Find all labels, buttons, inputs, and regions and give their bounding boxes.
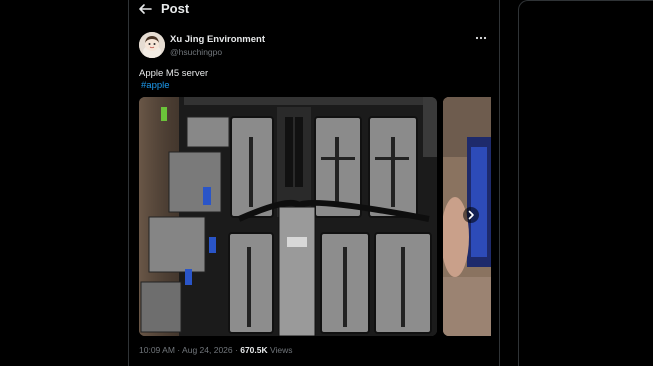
hashtag-link[interactable]: #apple [141, 80, 170, 91]
media-image-server-rack[interactable] [139, 97, 437, 336]
post-column: Post Xu Jing Environment @hsuchingpo App… [128, 0, 500, 366]
author-name[interactable]: Xu Jing Environment [170, 34, 265, 45]
meta-separator: · [235, 345, 238, 355]
right-sidebar [518, 0, 653, 366]
page-title: Post [161, 1, 190, 16]
post-header: Post [129, 0, 499, 20]
views-label: Views [270, 345, 293, 355]
post-text: Apple M5 server [139, 68, 209, 79]
author-handle[interactable]: @hsuchingpo [170, 47, 222, 57]
post-meta: 10:09 AM · Aug 24, 2026 · 670.5K Views [139, 345, 293, 355]
post-time[interactable]: 10:09 AM [139, 345, 175, 355]
arrow-left-icon[interactable] [137, 1, 153, 17]
media-next-button[interactable] [463, 207, 479, 223]
more-horizontal-icon[interactable] [475, 35, 487, 41]
chevron-right-icon [468, 210, 474, 220]
post-date[interactable]: Aug 24, 2026 [182, 345, 233, 355]
avatar-image [139, 32, 165, 58]
views-count: 670.5K [240, 345, 268, 355]
server-rack-photo [139, 97, 437, 336]
meta-separator: · [177, 345, 181, 355]
avatar[interactable] [139, 32, 165, 58]
left-gutter [0, 0, 128, 366]
